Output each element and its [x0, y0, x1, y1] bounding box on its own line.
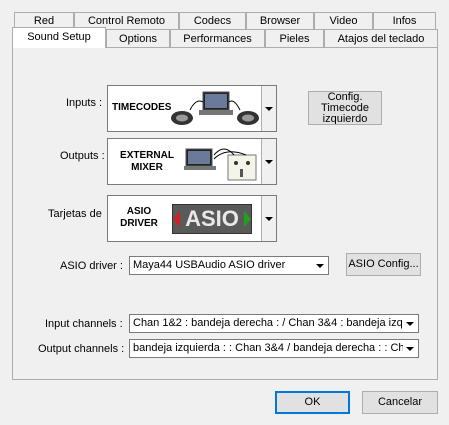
inputs-dropdown-arrow[interactable] [261, 86, 276, 131]
output-channels-label: Output channels : [38, 343, 125, 355]
tab-label: Atajos del teclado [337, 33, 425, 45]
input-channels-value: Chan 1&2 : bandeja derecha : / Chan 3&4 … [133, 317, 419, 329]
tab-options[interactable]: Options [106, 29, 170, 47]
output-channels-select[interactable]: bandeja izquierda : : Chan 3&4 / bandeja… [129, 339, 419, 358]
tab-label: Codecs [193, 15, 232, 27]
tab-infos[interactable]: Infos [373, 12, 436, 29]
tab-codecs[interactable]: Codecs [179, 12, 246, 29]
input-channels-dropdown-arrow[interactable] [403, 316, 417, 331]
chevron-down-icon [316, 263, 324, 268]
tab-label: Sound Setup [27, 31, 91, 43]
input-channels-select[interactable]: Chan 1&2 : bandeja derecha : / Chan 3&4 … [129, 314, 419, 333]
asio-config-label: ASIO Config... [348, 258, 419, 270]
tab-browser[interactable]: Browser [246, 12, 314, 29]
tarjetas-label: Tarjetas de [48, 208, 102, 220]
tarjetas-combo[interactable]: ASIO DRIVER ASIO [107, 195, 277, 242]
outputs-dropdown-arrow[interactable] [261, 139, 276, 184]
tab-label: Infos [392, 15, 417, 27]
tab-label: Browser [259, 15, 301, 27]
inputs-combo[interactable]: TIMECODES [107, 85, 277, 132]
tab-label: Options [119, 33, 157, 45]
input-channels-label: Input channels : [45, 318, 123, 330]
cancel-label: Cancelar [377, 396, 423, 408]
asio-config-button[interactable]: ASIO Config... [346, 253, 421, 276]
tab-label: Red [33, 15, 55, 27]
green-arrow-icon [244, 211, 251, 227]
tab-atajos-del-teclado[interactable]: Atajos del teclado [324, 29, 438, 47]
tab-label: Video [329, 15, 358, 27]
output-channels-dropdown-arrow[interactable] [403, 341, 417, 356]
tab-label: Control Remoto [87, 15, 166, 27]
outputs-combo[interactable]: EXTERNAL MIXER [107, 138, 277, 185]
outputs-label: Outputs : [60, 150, 105, 162]
asio-driver-value: Maya44 USBAudio ASIO driver [133, 259, 286, 271]
tarjetas-dropdown-arrow[interactable] [261, 196, 276, 241]
inputs-label: Inputs : [66, 97, 103, 109]
ok-button[interactable]: OK [275, 391, 350, 414]
tab-video[interactable]: Video [314, 12, 373, 29]
asio-driver-dropdown-arrow[interactable] [313, 258, 327, 273]
asio-logo-text: ASIO [185, 206, 239, 231]
chevron-down-icon [265, 159, 273, 164]
config-timecode-label: Config. Timecode izquierdo [321, 91, 369, 125]
chevron-down-icon [265, 216, 273, 221]
external-mixer-image-text: EXTERNAL MIXER [120, 150, 174, 173]
asio-driver-select[interactable]: Maya44 USBAudio ASIO driver [129, 256, 329, 275]
cancel-button[interactable]: Cancelar [362, 391, 438, 414]
tab-performances[interactable]: Performances [170, 29, 265, 47]
output-channels-value: bandeja izquierda : : Chan 3&4 / bandeja… [133, 342, 419, 354]
tab-pieles[interactable]: Pieles [265, 29, 324, 47]
tab-sound-setup[interactable]: Sound Setup [12, 27, 106, 48]
tab-label: Performances [183, 33, 252, 45]
external-mixer-image [184, 148, 257, 181]
asio-driver-image-text: ASIO DRIVER [120, 206, 158, 229]
chevron-down-icon [265, 106, 273, 111]
timecode-turntables-image [171, 91, 259, 125]
tab-label: Pieles [279, 33, 310, 45]
asio-driver-label: ASIO driver : [60, 260, 123, 272]
chevron-down-icon [406, 321, 414, 326]
red-arrow-icon [173, 211, 180, 227]
asio-logo: ASIO [172, 204, 252, 234]
timecodes-image-text: TIMECODES [112, 102, 172, 113]
config-timecode-button[interactable]: Config. Timecode izquierdo [308, 91, 382, 125]
chevron-down-icon [406, 346, 414, 351]
ok-label: OK [304, 396, 321, 408]
